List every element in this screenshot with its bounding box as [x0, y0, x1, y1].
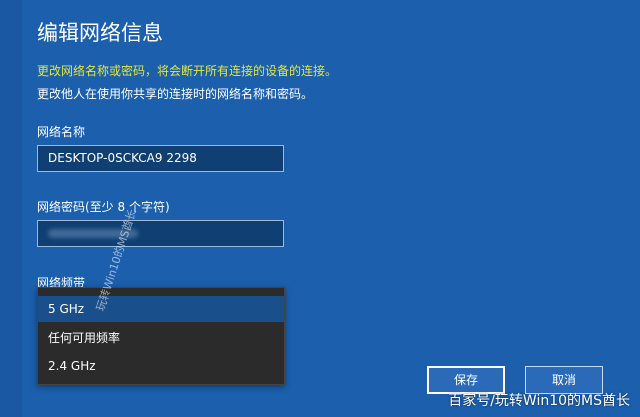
network-password-label: 网络密码(至少 8 个字符) — [37, 200, 170, 214]
info-text: 更改他人在使用你共享的连接时的网络名称和密码。 — [37, 87, 314, 101]
network-name-label: 网络名称 — [37, 125, 86, 139]
band-option-5ghz[interactable]: 5 GHz — [38, 296, 284, 322]
edit-network-dialog: 编辑网络信息 更改网络名称或密码，将会断开所有连接的设备的连接。 更改他人在使用… — [0, 0, 640, 417]
network-band-dropdown[interactable]: 5 GHz 任何可用频率 2.4 GHz — [37, 287, 285, 385]
network-name-value: DESKTOP-0SCKCA9 2298 — [48, 151, 197, 165]
warning-text: 更改网络名称或密码，将会断开所有连接的设备的连接。 — [37, 64, 338, 78]
network-password-input[interactable] — [37, 220, 284, 247]
band-option-any[interactable]: 任何可用频率 — [38, 325, 284, 351]
dialog-title: 编辑网络信息 — [37, 21, 163, 45]
band-option-2-4ghz[interactable]: 2.4 GHz — [38, 353, 284, 379]
network-name-input[interactable]: DESKTOP-0SCKCA9 2298 — [37, 145, 284, 172]
corner-watermark: 百家号/玩转Win10的MS酋长 — [448, 393, 630, 409]
